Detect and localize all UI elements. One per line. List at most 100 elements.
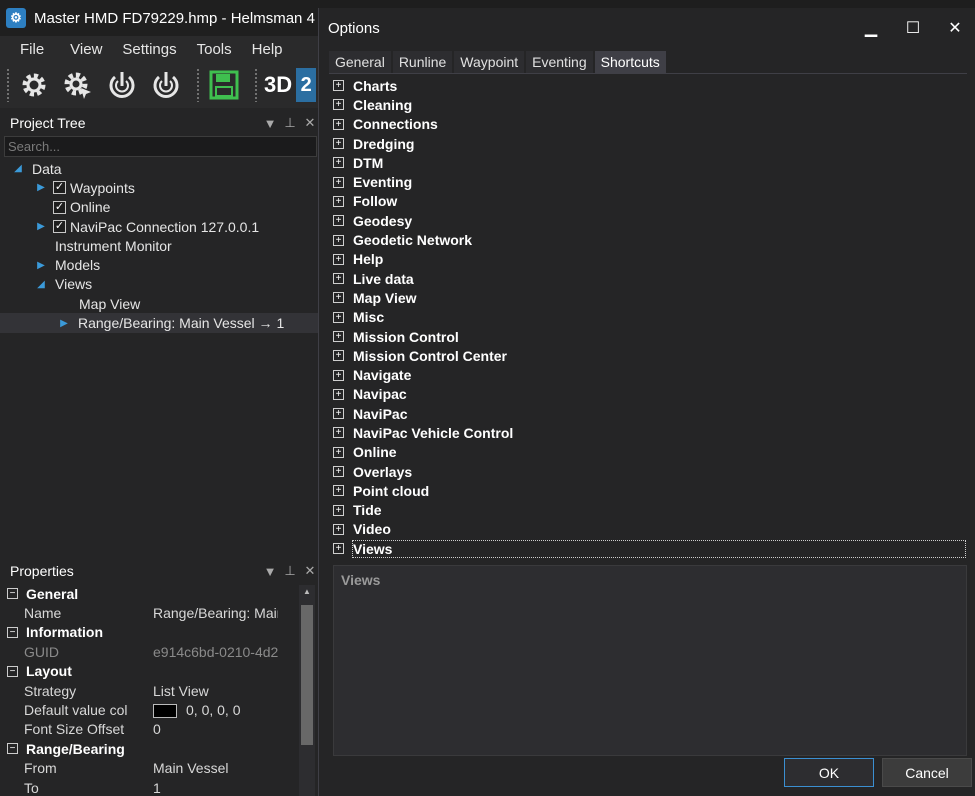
shortcut-group-misc[interactable]: + Misc [333,308,971,327]
shortcut-group-cleaning[interactable]: + Cleaning [333,95,971,114]
expand-icon[interactable]: + [333,118,344,130]
expand-icon[interactable]: + [333,195,344,207]
expand-icon[interactable]: + [333,176,344,188]
property-row-guid[interactable]: GUID e914c6bd-0210-4d26-9300 [0,642,320,661]
expand-icon[interactable]: + [333,543,344,555]
menu-tools[interactable]: Tools [187,41,242,58]
scrollbar-thumb[interactable] [301,605,313,745]
tree-item-navipac-connection[interactable]: ▶ ✓ NaviPac Connection 127.0.0.1 [0,217,320,236]
color-swatch[interactable] [153,704,177,719]
category-range-bearing[interactable]: − Range/Bearing [0,739,320,758]
collapsed-arrow-icon[interactable]: ▶ [35,182,47,193]
search-input[interactable]: Search... [4,136,317,157]
property-row-strategy[interactable]: Strategy List View [0,681,320,700]
property-row-font-size-offset[interactable]: Font Size Offset 0 [0,720,320,739]
close-icon[interactable]: ✕ [300,115,320,131]
expand-icon[interactable]: + [333,157,344,169]
expand-icon[interactable]: + [333,273,344,285]
save-button[interactable] [204,65,244,105]
settings-button[interactable] [14,65,54,105]
chevron-down-icon[interactable]: ▼ [260,564,280,579]
expand-icon[interactable]: + [333,350,344,362]
shortcut-group-mission-control-center[interactable]: + Mission Control Center [333,346,971,365]
tree-item-range-bearing[interactable]: ▶ Range/Bearing: Main Vessel → 1 [0,313,320,333]
tree-item-models[interactable]: ▶ Models [0,255,320,274]
shortcut-group-navipac[interactable]: + NaviPac [333,404,971,423]
view-3d-button[interactable]: 3D [264,72,292,98]
expand-icon[interactable]: + [333,408,344,420]
shortcut-group-tide[interactable]: + Tide [333,501,971,520]
expand-icon[interactable]: + [333,215,344,227]
category-information[interactable]: − Information [0,623,320,642]
pin-icon[interactable]: ⊥ [280,563,300,579]
expand-icon[interactable]: + [333,485,344,497]
tree-item-waypoints[interactable]: ▶ ✓ Waypoints [0,178,320,197]
close-button[interactable]: ✕ [934,8,975,48]
expand-icon[interactable]: + [333,369,344,381]
ok-button[interactable]: OK [784,758,874,787]
toolbar-grip[interactable] [6,68,10,102]
expand-icon[interactable]: + [333,331,344,342]
collapsed-arrow-icon[interactable]: ▶ [35,260,47,271]
expand-icon[interactable]: + [333,446,344,458]
property-row-to[interactable]: To 1 [0,778,320,796]
category-layout[interactable]: − Layout [0,662,320,681]
shortcut-group-online[interactable]: + Online [333,443,971,462]
cancel-button[interactable]: Cancel [882,758,972,787]
shortcut-group-navipac[interactable]: + Navipac [333,385,971,404]
tree-item-map-view[interactable]: Map View [0,294,320,313]
shortcut-group-charts[interactable]: + Charts [333,76,971,95]
collapse-icon[interactable]: − [7,743,18,755]
connect-button[interactable] [102,65,142,105]
shortcut-group-navipac-vehicle-control[interactable]: + NaviPac Vehicle Control [333,423,971,442]
property-row-from[interactable]: From Main Vessel [0,759,320,778]
shortcut-group-overlays[interactable]: + Overlays [333,462,971,481]
expand-icon[interactable]: + [333,138,344,150]
toolbar-grip[interactable] [196,68,200,102]
online-checkbox[interactable]: ✓ [53,200,66,214]
waypoints-checkbox[interactable]: ✓ [53,181,66,195]
tab-general[interactable]: General [329,51,391,73]
expanded-arrow-icon[interactable]: ◢ [12,163,24,174]
collapsed-arrow-icon[interactable]: ▶ [35,221,47,232]
navipac-connection-checkbox[interactable]: ✓ [53,220,66,234]
shortcut-group-navigate[interactable]: + Navigate [333,365,971,384]
close-icon[interactable]: ✕ [300,563,320,579]
expand-icon[interactable]: + [333,388,344,400]
shortcut-group-map-view[interactable]: + Map View [333,288,971,307]
menu-file[interactable]: File [0,41,60,58]
tab-eventing[interactable]: Eventing [526,51,593,73]
expand-icon[interactable]: + [333,253,344,265]
property-value-colour[interactable]: 0, 0, 0, 0 [128,702,278,719]
shortcut-group-point-cloud[interactable]: + Point cloud [333,481,971,500]
menu-help[interactable]: Help [242,41,293,58]
property-value[interactable]: 0 [128,721,278,737]
expand-icon[interactable]: + [333,80,344,92]
shortcut-group-views[interactable]: + Views [333,539,971,558]
tree-item-views[interactable]: ◢ Views [0,275,320,294]
expand-icon[interactable]: + [333,427,344,439]
property-value[interactable]: List View [128,683,278,699]
menu-view[interactable]: View [60,41,112,58]
chevron-down-icon[interactable]: ▼ [260,116,280,131]
tab-shortcuts[interactable]: Shortcuts [594,51,666,73]
category-general[interactable]: − General [0,584,320,603]
collapse-icon[interactable]: − [7,626,18,638]
disconnect-button[interactable] [146,65,186,105]
scroll-up-icon[interactable]: ▲ [299,585,315,599]
maximize-button[interactable]: ☐ [892,8,934,48]
shortcut-group-live-data[interactable]: + Live data [333,269,971,288]
property-value[interactable]: Main Vessel [128,760,278,776]
shortcut-group-dtm[interactable]: + DTM [333,153,971,172]
property-row-name[interactable]: Name Range/Bearing: Main Vessel → 1 [0,603,320,622]
shortcut-group-help[interactable]: + Help [333,250,971,269]
property-value[interactable]: 1 [128,780,278,796]
collapse-icon[interactable]: − [7,665,18,677]
shortcut-group-eventing[interactable]: + Eventing [333,172,971,191]
tab-waypoint[interactable]: Waypoint [454,51,525,73]
shortcut-group-geodesy[interactable]: + Geodesy [333,211,971,230]
expand-icon[interactable]: + [333,466,344,478]
shortcut-group-geodetic-network[interactable]: + Geodetic Network [333,230,971,249]
shortcut-group-dredging[interactable]: + Dredging [333,134,971,153]
tree-item-data[interactable]: ◢ Data [0,159,320,178]
